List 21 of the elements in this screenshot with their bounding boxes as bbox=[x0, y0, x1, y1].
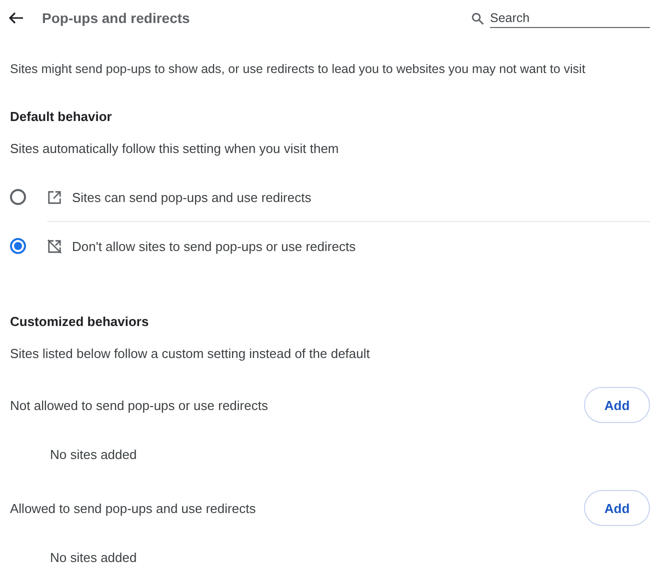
option-label: Don't allow sites to send pop-ups or use redirects bbox=[72, 238, 356, 254]
radio-button[interactable] bbox=[10, 238, 26, 254]
description-text: Sites might send pop-ups to show ads, or use redirects to lead you to websites you may not want to visit bbox=[10, 62, 586, 76]
option-label: Sites can send pop-ups and use redirects bbox=[72, 190, 312, 204]
section-subtitle: Sites listed below follow a custom setting instead of the default bbox=[10, 346, 371, 361]
add-button[interactable]: Add bbox=[584, 490, 650, 526]
search-field[interactable]: Search bbox=[490, 8, 650, 28]
page-title: Pop-ups and redirects bbox=[42, 10, 191, 26]
add-button[interactable]: Add bbox=[584, 387, 650, 423]
search-icon bbox=[471, 12, 484, 24]
back-arrow-icon[interactable] bbox=[8, 10, 24, 26]
list-label: Not allowed to send pop-ups or use redirects bbox=[10, 398, 268, 412]
empty-list-text: No sites added bbox=[50, 447, 138, 462]
external-link-icon bbox=[47, 190, 62, 204]
section-subtitle: Sites automatically follow this setting when you visit them bbox=[10, 141, 340, 156]
section-heading: Customized behaviors bbox=[10, 314, 150, 329]
empty-list-text: No sites added bbox=[50, 550, 138, 565]
radio-button[interactable] bbox=[10, 189, 26, 205]
section-heading: Default behavior bbox=[10, 109, 113, 124]
blocked-link-icon bbox=[47, 238, 62, 254]
list-label: Allowed to send pop-ups and use redirects bbox=[10, 500, 256, 516]
